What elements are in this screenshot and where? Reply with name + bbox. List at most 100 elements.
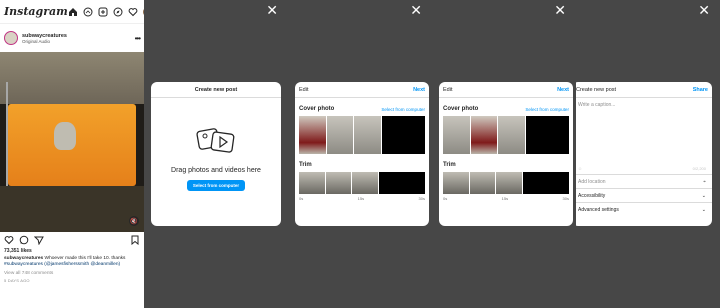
close-icon[interactable]: ✕	[410, 3, 422, 17]
top-bar: Instagram	[0, 0, 144, 24]
modal-header: Edit Next	[439, 82, 573, 98]
trim-frame	[496, 172, 523, 194]
select-from-computer-button[interactable]: Select from computer	[186, 180, 246, 191]
cover-frame[interactable]	[443, 116, 471, 154]
edit-modal: Edit Next Cover photo Select from comput…	[295, 82, 429, 226]
modal-header: Create new post	[151, 82, 281, 98]
tick-end: 30s	[418, 196, 425, 201]
close-icon[interactable]: ✕	[266, 3, 278, 17]
cover-frame[interactable]	[326, 116, 355, 154]
caption-counter: 0/2,200	[692, 165, 706, 171]
home-icon[interactable]	[68, 7, 78, 17]
trim-frame	[443, 172, 470, 194]
tick-start: 0s	[299, 196, 304, 201]
tick-mid: 15s	[357, 196, 365, 201]
cover-select-link[interactable]: Select from computer	[381, 107, 425, 112]
cover-select-link[interactable]: Select from computer	[525, 107, 569, 112]
more-options-icon[interactable]: •••	[135, 34, 141, 43]
photo-video-icon	[195, 124, 237, 161]
cover-photo-section: Cover photo Select from computer	[295, 106, 429, 112]
trim-frame	[352, 172, 379, 194]
create-post-modal: Create new post Drag photos and videos h…	[151, 82, 281, 226]
caption-footer: ☺ 0/2,200	[576, 162, 712, 174]
create-post-panel: ✕ Create new post Drag photos and videos…	[144, 0, 288, 308]
avatar[interactable]	[4, 31, 18, 45]
modal-header: Edit Next	[295, 82, 429, 98]
tick-mid: 15s	[501, 196, 509, 201]
next-button[interactable]: Next	[557, 87, 569, 93]
bookmark-icon[interactable]	[130, 235, 140, 245]
close-icon[interactable]: ✕	[698, 3, 710, 17]
modal-title: Create new post	[194, 86, 238, 93]
add-location-field[interactable]: Add location ⌖	[576, 174, 712, 188]
location-pin-icon: ⌖	[703, 178, 706, 185]
tick-end: 30s	[562, 196, 569, 201]
explore-icon[interactable]	[113, 7, 123, 17]
comment-icon[interactable]	[19, 235, 29, 245]
caption-input[interactable]: Write a caption...	[576, 98, 712, 162]
post-header: subwaycreatures Original Audio •••	[0, 24, 144, 52]
trim-label: Trim	[299, 162, 312, 168]
caption-username[interactable]: subwaycreatures	[4, 256, 43, 261]
trim-label: Trim	[443, 162, 456, 168]
nav-icons	[68, 6, 144, 17]
add-location-label: Add location	[578, 178, 606, 185]
edit-modal: Edit Next Cover photo Select from comput…	[439, 82, 573, 226]
cover-photo-label: Cover photo	[443, 106, 479, 112]
like-icon[interactable]	[4, 235, 14, 245]
caption-text: Whoever made this I'll take 10. thanks	[44, 256, 126, 261]
instagram-logo[interactable]: Instagram	[4, 5, 68, 18]
mute-icon[interactable]: 🔇	[129, 216, 139, 226]
post-time: 5 DAYS AGO	[4, 278, 30, 284]
video-background	[0, 52, 144, 104]
modal-header: Create new post Share	[576, 82, 712, 98]
share-button[interactable]: Share	[693, 87, 708, 93]
messenger-icon[interactable]	[83, 7, 93, 17]
cover-frame-empty	[526, 116, 569, 154]
trim-timeline[interactable]	[299, 172, 425, 194]
heart-icon[interactable]	[128, 7, 138, 17]
post-actions	[0, 232, 144, 248]
close-icon[interactable]: ✕	[554, 3, 566, 17]
cover-frame[interactable]	[470, 116, 499, 154]
trim-ticks: 0s 15s 30s	[439, 194, 573, 201]
post-audio[interactable]: Original Audio	[22, 39, 67, 44]
trim-section: Trim	[295, 162, 429, 168]
trim-frame-empty	[378, 172, 425, 194]
cover-photo-label: Cover photo	[299, 106, 335, 112]
trim-frame	[299, 172, 326, 194]
accessibility-toggle[interactable]: Accessibility ⌄	[576, 188, 712, 202]
drop-text: Drag photos and videos here	[171, 167, 261, 174]
trim-frame	[325, 172, 353, 194]
modal-title: Edit	[443, 86, 453, 93]
cover-frame[interactable]	[498, 116, 527, 154]
cover-photo-section: Cover photo Select from computer	[439, 106, 573, 112]
trim-timeline[interactable]	[443, 172, 569, 194]
caption-tags[interactable]: #subwaycreatures (@jamesfisherssmith @de…	[4, 262, 120, 267]
cover-frames[interactable]	[299, 116, 425, 154]
share-icon[interactable]	[34, 235, 44, 245]
trim-section: Trim	[439, 162, 573, 168]
modal-title: Edit	[299, 86, 309, 93]
trim-frame-empty	[522, 172, 569, 194]
post-video[interactable]: 🔇	[0, 52, 144, 232]
post-username[interactable]: subwaycreatures	[22, 33, 67, 39]
share-panel: ✕ Create new post Share Write a caption.…	[576, 0, 720, 308]
accessibility-label: Accessibility	[578, 192, 606, 199]
next-button[interactable]: Next	[413, 87, 425, 93]
new-post-icon[interactable]	[98, 7, 108, 17]
cover-frame[interactable]	[354, 116, 383, 154]
cover-frames[interactable]	[443, 116, 569, 154]
tick-start: 0s	[443, 196, 448, 201]
drop-zone[interactable]: Drag photos and videos here Select from …	[151, 98, 281, 191]
view-all-comments-link[interactable]: View all 748 comments	[0, 270, 144, 277]
edit-panel: ✕ Edit Next Cover photo Select from comp…	[288, 0, 432, 308]
trim-frame	[469, 172, 497, 194]
share-modal: Create new post Share Write a caption...…	[576, 82, 712, 226]
edit-panel-2: ✕ Edit Next Cover photo Select from comp…	[432, 0, 576, 308]
cover-frame[interactable]	[299, 116, 327, 154]
modal-title: Create new post	[576, 86, 617, 93]
advanced-settings-toggle[interactable]: Advanced settings ⌄	[576, 202, 712, 216]
video-floor	[0, 186, 144, 232]
emoji-icon[interactable]: ☺	[578, 166, 582, 171]
